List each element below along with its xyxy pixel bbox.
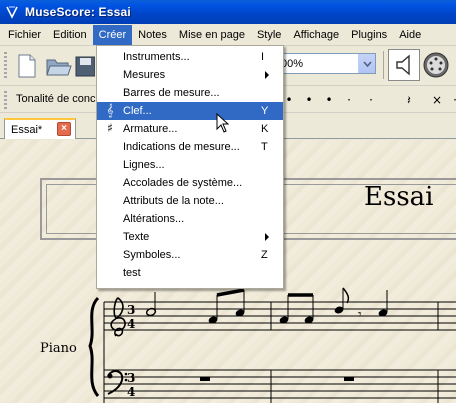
menu-bar: Fichier Edition Créer Notes Mise en page… <box>0 24 456 46</box>
chevron-down-icon[interactable] <box>358 54 375 73</box>
title-bar: MuseScore: Essai <box>0 0 456 24</box>
mouse-cursor-icon <box>216 112 230 136</box>
menu-style[interactable]: Style <box>251 25 287 45</box>
svg-text:𝄾: 𝄾 <box>358 307 362 323</box>
menu-item-label: Armature... <box>123 123 178 135</box>
menu-item-texte[interactable]: Texte <box>97 228 283 246</box>
menu-item-shortcut: T <box>261 141 268 153</box>
tab-essai[interactable]: Essai* × <box>4 118 76 139</box>
speaker-icon[interactable] <box>388 49 420 81</box>
menu-item-label: Altérations... <box>123 213 185 225</box>
window-title: MuseScore: Essai <box>25 5 131 19</box>
open-folder-icon[interactable] <box>44 51 74 81</box>
menu-item-shortcut: I <box>261 51 265 63</box>
tab-label: Essai* <box>11 123 43 136</box>
menu-creer[interactable]: Créer <box>92 24 133 45</box>
menu-edition[interactable]: Edition <box>47 25 93 45</box>
musescore-app-icon[interactable] <box>4 4 20 20</box>
menu-item-shortcut: K <box>261 123 269 135</box>
menu-item-label: Texte <box>123 231 150 243</box>
treble-clef-icon: 𝄞 <box>106 103 114 117</box>
submenu-arrow-icon <box>265 71 269 79</box>
creer-dropdown-menu: Instruments... I Mesures Barres de mesur… <box>96 45 284 289</box>
toolbar-grip[interactable] <box>4 91 7 109</box>
rest-icon[interactable]: 𝄽 <box>400 91 418 109</box>
menu-fichier[interactable]: Fichier <box>2 25 47 45</box>
delete-icon[interactable]: × <box>428 91 446 109</box>
menu-item-label: Accolades de système... <box>123 177 243 189</box>
menu-item-accolades[interactable]: Accolades de système... <box>97 174 283 192</box>
submenu-arrow-icon <box>265 233 269 241</box>
midi-input-icon[interactable] <box>420 49 452 81</box>
menu-item-label: Mesures <box>123 69 166 81</box>
svg-text:4: 4 <box>127 385 135 399</box>
menu-item-mesures[interactable]: Mesures <box>97 66 283 84</box>
more-icon[interactable]: · <box>446 91 456 109</box>
menu-item-label: Symboles... <box>123 249 181 261</box>
menu-item-shortcut: Z <box>261 249 268 261</box>
svg-text:4: 4 <box>127 317 135 331</box>
menu-notes[interactable]: Notes <box>132 25 173 45</box>
note-eighth-icon[interactable]: • <box>300 91 318 109</box>
menu-item-indications-de-mesure[interactable]: Indications de mesure... T <box>97 138 283 156</box>
double-dot-icon[interactable]: · <box>362 91 380 109</box>
toolbar-grip[interactable] <box>4 52 7 80</box>
menu-item-label: Instruments... <box>123 51 190 63</box>
menu-item-shortcut: Y <box>261 105 269 117</box>
note-quarter-icon[interactable]: • <box>320 91 338 109</box>
toolbar-separator <box>383 51 384 79</box>
menu-item-label: Lignes... <box>123 159 165 171</box>
menu-item-label: Clef... <box>123 105 152 117</box>
close-icon[interactable]: × <box>57 122 71 136</box>
svg-text:3: 3 <box>127 303 135 317</box>
menu-item-test[interactable]: test <box>97 264 283 282</box>
menu-item-clef[interactable]: 𝄞 Clef... Y <box>97 102 283 120</box>
dot-icon[interactable]: · <box>340 91 358 109</box>
menu-plugins[interactable]: Plugins <box>345 25 393 45</box>
sharp-icon: ♯ <box>107 121 113 135</box>
menu-item-alterations[interactable]: Altérations... <box>97 210 283 228</box>
svg-text:3: 3 <box>127 371 135 385</box>
menu-item-label: Attributs de la note... <box>123 195 224 207</box>
new-file-icon[interactable] <box>12 51 42 81</box>
save-icon[interactable] <box>74 51 96 81</box>
concert-pitch-toggle[interactable]: Tonalité de conce <box>16 93 102 105</box>
menu-item-armature[interactable]: ♯ Armature... K <box>97 120 283 138</box>
menu-item-barres-de-mesure[interactable]: Barres de mesure... <box>97 84 283 102</box>
menu-mise-en-page[interactable]: Mise en page <box>173 25 251 45</box>
menu-item-attributs-note[interactable]: Attributs de la note... <box>97 192 283 210</box>
menu-affichage[interactable]: Affichage <box>287 25 345 45</box>
menu-item-lignes[interactable]: Lignes... <box>97 156 283 174</box>
menu-item-label: Indications de mesure... <box>123 141 240 153</box>
menu-aide[interactable]: Aide <box>393 25 427 45</box>
menu-item-instruments[interactable]: Instruments... I <box>97 48 283 66</box>
menu-item-label: test <box>123 267 141 279</box>
menu-item-label: Barres de mesure... <box>123 87 220 99</box>
menu-item-symboles[interactable]: Symboles... Z <box>97 246 283 264</box>
